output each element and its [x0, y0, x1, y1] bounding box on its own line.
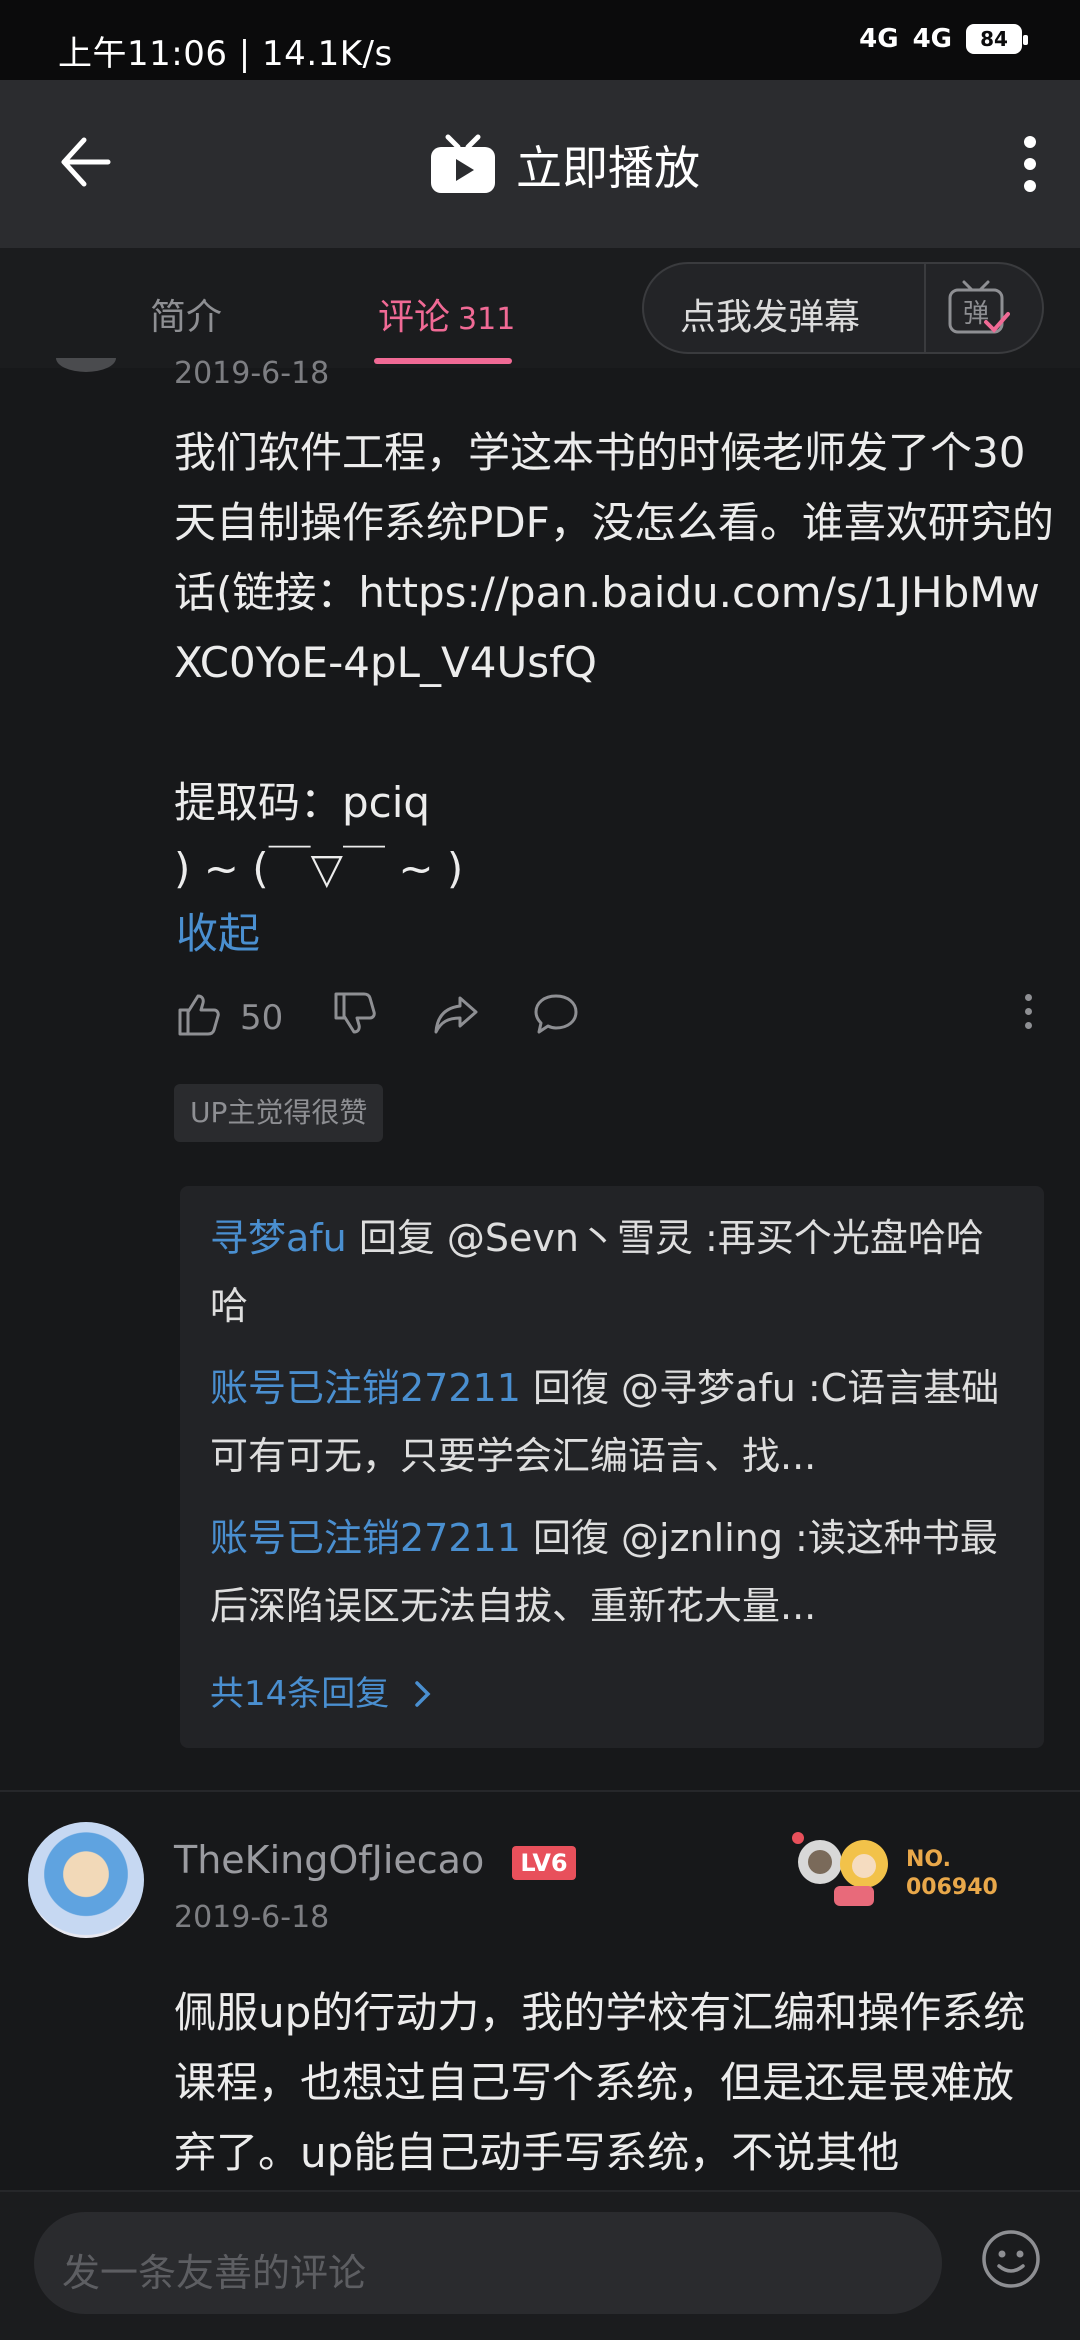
comment-body-code[interactable]: 提取码：pciq: [174, 768, 1054, 838]
reply-user[interactable]: 账号已注销27211: [210, 1366, 521, 1410]
play-now-title[interactable]: 立即播放: [428, 132, 700, 198]
back-arrow-icon[interactable]: [54, 132, 114, 192]
comments-count: 311: [458, 302, 516, 337]
top-app-bar: 立即播放: [0, 80, 1080, 248]
reply-button[interactable]: [532, 990, 580, 1042]
status-bar: 上午11:06 | 14.1K/s 4G 4G 84: [0, 0, 1080, 80]
more-options-icon[interactable]: [1020, 136, 1040, 192]
thumbs-up-icon: [178, 994, 220, 1036]
comment-divider: [0, 1790, 1080, 1792]
comment-more-icon[interactable]: [1022, 994, 1034, 1036]
reply-user[interactable]: 寻梦afu: [210, 1216, 347, 1260]
replies-box[interactable]: 寻梦afu 回复 @Sevn丶雪灵 :再买个光盘哈哈哈 账号已注销27211 回…: [180, 1186, 1044, 1748]
network-4g-icon-2: 4G: [912, 24, 952, 54]
chevron-right-icon: [415, 1681, 431, 1707]
like-button[interactable]: 50: [174, 990, 283, 1042]
view-all-replies-label: 共14条回复: [210, 1674, 390, 1714]
status-icons: 4G 4G 84: [859, 24, 1028, 54]
comment-actions: 50: [174, 990, 1034, 1042]
reply-item[interactable]: 账号已注销27211 回復 @jznling :读这种书最后深陷误区无法自拔、重…: [210, 1504, 1010, 1640]
network-4g-icon: 4G: [859, 24, 899, 54]
level-badge: LV6: [512, 1846, 576, 1880]
view-all-replies-link[interactable]: 共14条回复: [210, 1666, 434, 1715]
reply-item[interactable]: 寻梦afu 回复 @Sevn丶雪灵 :再买个光盘哈哈哈: [210, 1204, 1010, 1340]
active-tab-indicator: [374, 358, 512, 364]
page-title: 立即播放: [516, 141, 700, 195]
reply-item[interactable]: 账号已注销27211 回復 @寻梦afu :C语言基础可有可无，只要学会汇编语言…: [210, 1354, 1010, 1490]
send-danmu-label: 点我发弹幕: [680, 297, 861, 338]
reply-user[interactable]: 账号已注销27211: [210, 1516, 521, 1560]
comment-input-placeholder: 发一条友善的评论: [62, 2251, 367, 2295]
fan-number-label: NO.: [906, 1847, 951, 1872]
danmu-icon-char: 弹: [963, 299, 989, 329]
comment-body[interactable]: 我们软件工程，学这本书的时候老师发了个30天自制操作系统PDF，没怎么看。谁喜欢…: [174, 418, 1054, 698]
share-icon: [434, 996, 478, 1034]
fan-number: NO. 006940: [906, 1846, 998, 1902]
tab-comments[interactable]: 评论 311: [378, 288, 515, 340]
comment-body[interactable]: 佩服up的行动力，我的学校有汇编和操作系统课程，也想过自己写个系统，但是还是畏难…: [174, 1978, 1054, 2188]
collapse-link[interactable]: 收起: [176, 900, 260, 961]
like-count: 50: [240, 998, 284, 1038]
share-button[interactable]: [432, 990, 480, 1042]
tab-comments-label: 评论: [378, 297, 451, 338]
battery-icon: 84: [966, 24, 1028, 54]
status-time-speed: 上午11:06 | 14.1K/s: [58, 34, 393, 74]
dislike-button[interactable]: [330, 990, 378, 1042]
comment-username[interactable]: TheKingOfJiecao: [174, 1838, 484, 1882]
comment-input-bar: 发一条友善的评论: [0, 2190, 1080, 2340]
tab-bar: 简介 评论 311 点我发弹幕 弹: [0, 248, 1080, 368]
comment-bubble-icon: [534, 994, 578, 1034]
emoji-icon[interactable]: [980, 2228, 1042, 2290]
danmu-toggle-icon[interactable]: 弹: [946, 278, 1010, 338]
comment-date: 2019-6-18: [174, 1900, 330, 1935]
tv-icon: [431, 134, 495, 193]
danmu-divider: [924, 264, 926, 352]
send-danmu-button[interactable]: 点我发弹幕 弹: [642, 262, 1044, 354]
comment-body-emoticon[interactable]: ) ~ (￣▽￣ ~ ): [174, 834, 1054, 904]
tab-intro[interactable]: 简介: [150, 288, 222, 340]
up-liked-badge: UP主觉得很赞: [174, 1084, 384, 1142]
fan-decoration-icon: [792, 1832, 888, 1906]
fan-number-value: 006940: [906, 1875, 998, 1900]
avatar[interactable]: [28, 1822, 144, 1938]
comment-date: 2019-6-18: [174, 356, 330, 391]
avatar[interactable]: [56, 358, 116, 378]
thumbs-down-icon: [334, 992, 376, 1034]
comment-input[interactable]: 发一条友善的评论: [34, 2212, 942, 2314]
